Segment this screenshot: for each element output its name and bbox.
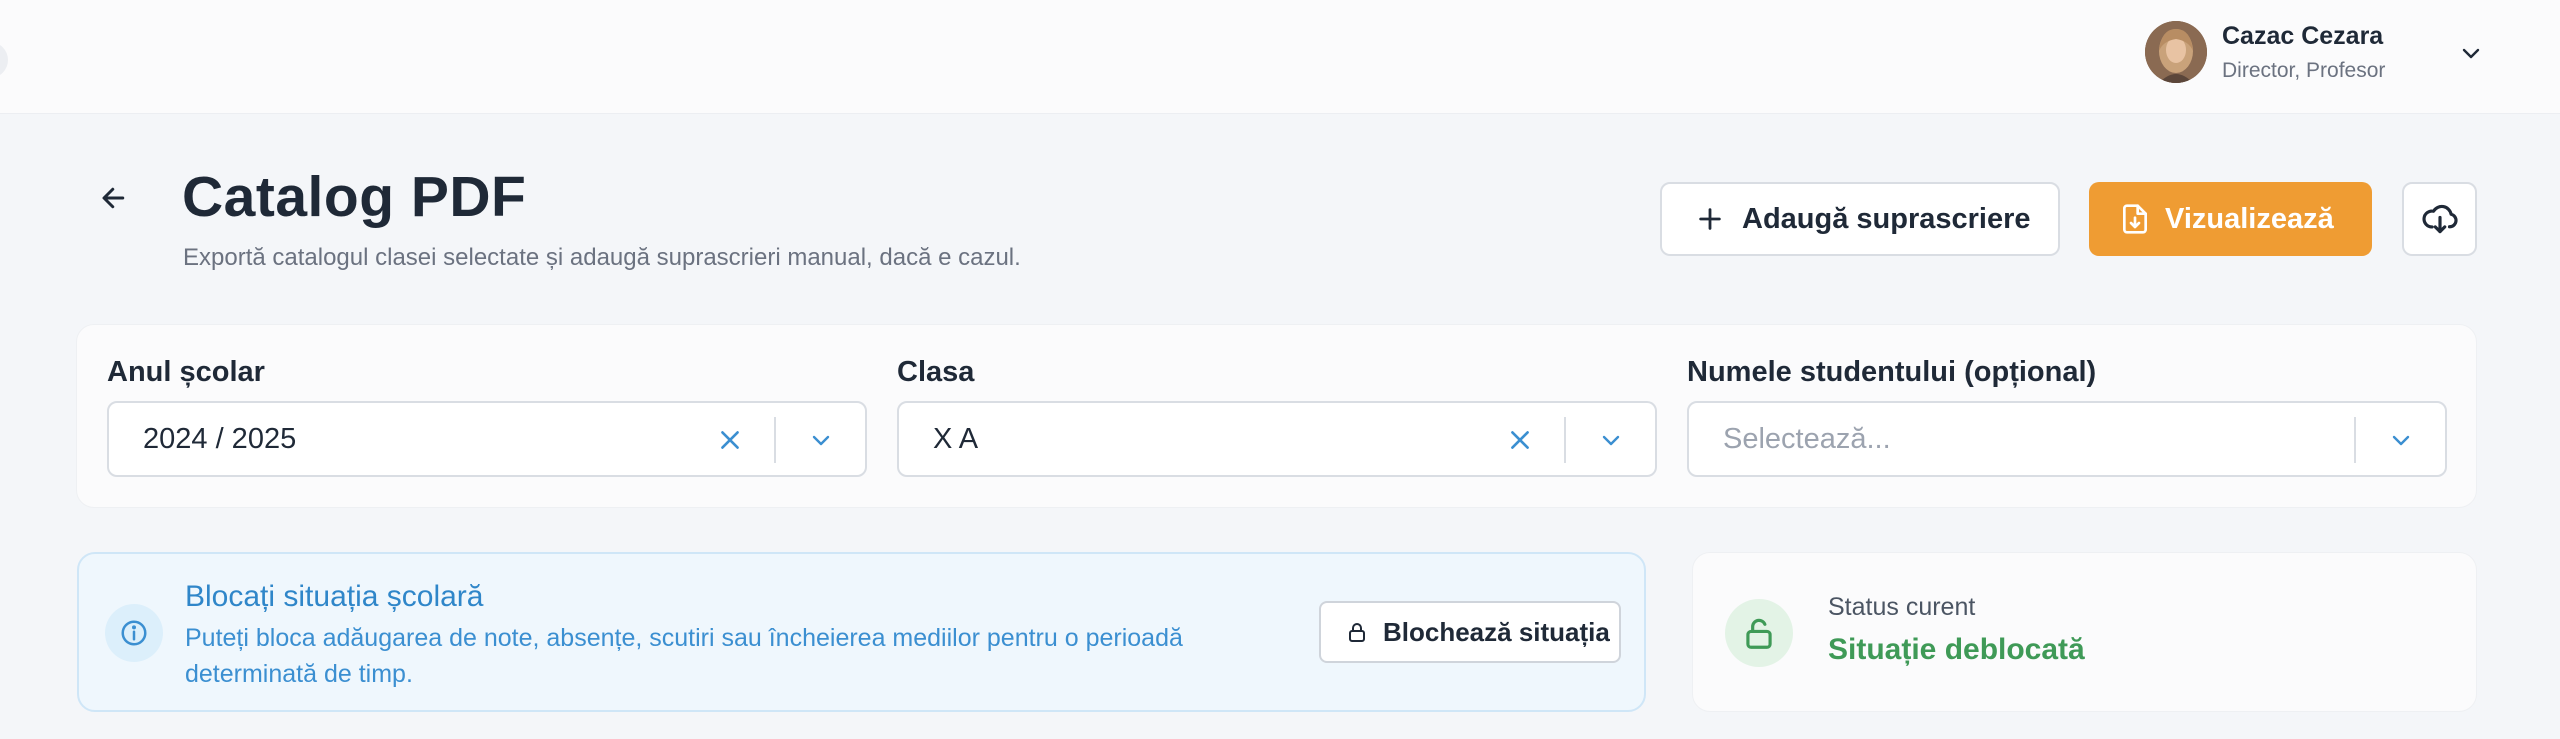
chevron-down-icon[interactable]: [1594, 423, 1628, 457]
page-title: Catalog PDF: [182, 165, 527, 229]
lock-panel-description: Puteți bloca adăugarea de note, absențe,…: [185, 624, 1183, 688]
class-label: Clasa: [897, 356, 975, 388]
user-avatar[interactable]: [2145, 21, 2207, 83]
student-name-select[interactable]: Selectează...: [1687, 401, 2447, 477]
file-download-icon: [2123, 204, 2147, 234]
school-year-select[interactable]: 2024 / 2025: [107, 401, 867, 477]
class-value: X A: [933, 423, 979, 455]
divider: [774, 417, 776, 463]
arrow-left-icon: [102, 187, 125, 209]
lock-situation-panel: Blocați situația școlară Puteți bloca ad…: [77, 552, 1646, 712]
sidebar-toggle-handle[interactable]: [0, 42, 8, 78]
school-year-value: 2024 / 2025: [143, 423, 297, 455]
status-label: Status curent: [1828, 593, 1976, 621]
status-value: Situație deblocată: [1828, 633, 2085, 666]
class-select[interactable]: X A: [897, 401, 1657, 477]
unlock-icon: [1725, 599, 1793, 667]
view-button[interactable]: Vizualizează: [2089, 182, 2372, 256]
add-override-button[interactable]: Adaugă suprascriere: [1660, 182, 2060, 256]
divider: [2354, 417, 2356, 463]
user-name: Cazac Cezara: [2222, 22, 2384, 50]
plus-icon: [1699, 208, 1721, 230]
view-label: Vizualizează: [2165, 202, 2334, 235]
student-name-placeholder: Selectează...: [1723, 423, 1891, 455]
cloud-download-icon: [2421, 204, 2458, 234]
download-button[interactable]: [2402, 182, 2477, 256]
clear-x-icon[interactable]: [1503, 423, 1537, 457]
add-override-label: Adaugă suprascriere: [1742, 202, 2031, 235]
lock-situation-label: Blochează situația: [1383, 616, 1610, 647]
back-button[interactable]: [92, 178, 136, 218]
clear-x-icon[interactable]: [713, 423, 747, 457]
school-year-label: Anul școlar: [107, 356, 265, 388]
divider: [1564, 417, 1566, 463]
page-subtitle: Exportă catalogul clasei selectate și ad…: [183, 244, 1021, 271]
student-name-label: Numele studentului (opțional): [1687, 356, 2097, 388]
chevron-down-icon[interactable]: [2456, 38, 2486, 68]
lock-icon: [1349, 623, 1365, 642]
chevron-down-icon[interactable]: [2384, 423, 2418, 457]
info-icon: [105, 604, 163, 662]
lock-situation-button[interactable]: Blochează situația: [1319, 601, 1621, 663]
chevron-down-icon[interactable]: [804, 423, 838, 457]
user-role: Director, Profesor: [2222, 59, 2386, 82]
lock-panel-title: Blocați situația școlară: [185, 580, 484, 613]
status-card: Status curent Situație deblocată: [1692, 552, 2477, 712]
top-bar: Cazac Cezara Director, Profesor: [0, 0, 2560, 114]
